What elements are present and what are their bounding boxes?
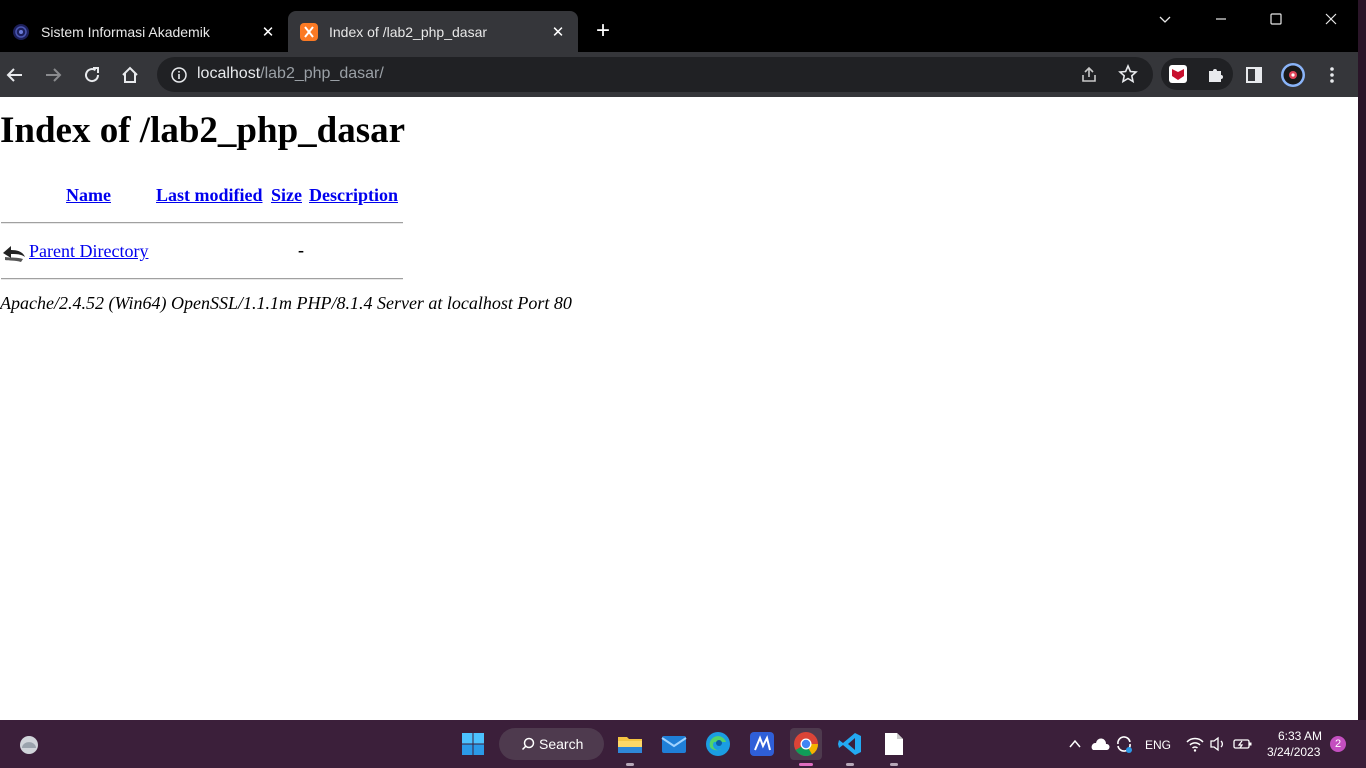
size-cell: - — [298, 240, 304, 260]
reload-icon[interactable] — [79, 62, 105, 88]
tab-index-of-lab2[interactable]: Index of /lab2_php_dasar ✕ — [288, 11, 578, 52]
menu-icon[interactable] — [1319, 62, 1345, 88]
column-last-modified-link[interactable]: Last modified — [156, 185, 263, 206]
taskbar-search[interactable]: Search — [499, 728, 604, 760]
page-content: Index of /lab2_php_dasar Name Last modif… — [0, 97, 1358, 720]
battery-icon[interactable] — [1229, 728, 1257, 760]
start-icon[interactable] — [457, 728, 489, 760]
vscode-icon[interactable] — [834, 728, 866, 766]
search-label: Search — [539, 736, 584, 752]
url-host: localhost — [197, 65, 261, 82]
server-signature: Apache/2.4.52 (Win64) OpenSSL/1.1.1m PHP… — [0, 293, 572, 313]
url-path: /lab2_php_dasar/ — [260, 65, 384, 82]
column-name-link[interactable]: Name — [66, 185, 111, 206]
new-tab-button[interactable]: + — [592, 19, 614, 43]
tab-search-icon[interactable] — [1153, 8, 1177, 30]
notepad-icon[interactable] — [878, 728, 910, 766]
maximize-icon[interactable] — [1264, 8, 1288, 30]
active-indicator — [799, 763, 813, 766]
file-explorer-icon[interactable] — [614, 728, 646, 766]
language-indicator[interactable]: ENG — [1145, 738, 1171, 752]
close-icon[interactable]: ✕ — [548, 22, 568, 42]
extension-group — [1161, 58, 1233, 90]
url-text[interactable]: localhost/lab2_php_dasar/ — [197, 65, 384, 83]
running-indicator — [846, 763, 854, 766]
share-icon[interactable] — [1079, 65, 1099, 85]
back-icon[interactable] — [2, 62, 28, 88]
notification-badge[interactable]: 2 — [1330, 736, 1346, 752]
volume-icon[interactable] — [1205, 728, 1231, 760]
mcafee-icon[interactable] — [1168, 64, 1188, 84]
tab-title: Index of /lab2_php_dasar — [329, 23, 488, 40]
divider — [1, 278, 403, 280]
chrome-icon[interactable] — [790, 728, 822, 766]
tab-sistem-informasi[interactable]: Sistem Informasi Akademik ✕ — [0, 11, 288, 52]
clock-time[interactable]: 6:33 AM — [1278, 729, 1322, 743]
extensions-icon[interactable] — [1206, 64, 1226, 84]
window-edge — [1358, 0, 1366, 720]
browser-toolbar: localhost/lab2_php_dasar/ — [0, 52, 1358, 97]
taskbar: Search ENG 6:33 AM 3/24/2023 2 — [0, 720, 1366, 768]
edge-icon[interactable] — [702, 728, 734, 760]
search-icon — [521, 737, 535, 751]
minimize-icon[interactable] — [1209, 8, 1233, 30]
home-icon[interactable] — [117, 62, 143, 88]
clock-date[interactable]: 3/24/2023 — [1267, 745, 1320, 759]
tab-title: Sistem Informasi Akademik — [41, 23, 210, 40]
side-panel-icon[interactable] — [1241, 62, 1267, 88]
microsoft-math-icon[interactable] — [746, 728, 778, 760]
column-description-link[interactable]: Description — [309, 185, 398, 206]
page-title: Index of /lab2_php_dasar — [0, 110, 406, 151]
forward-icon[interactable] — [40, 62, 66, 88]
parent-directory-link[interactable]: Parent Directory — [29, 241, 148, 262]
profile-icon[interactable] — [1280, 62, 1306, 88]
divider — [1, 222, 403, 224]
address-bar[interactable]: localhost/lab2_php_dasar/ — [157, 57, 1153, 92]
running-indicator — [890, 763, 898, 766]
weather-icon[interactable] — [13, 728, 45, 760]
info-icon[interactable] — [170, 66, 188, 84]
university-logo-icon — [13, 23, 29, 40]
close-icon[interactable]: ✕ — [258, 22, 278, 42]
running-indicator — [626, 763, 634, 766]
window-close-icon[interactable] — [1319, 8, 1343, 30]
mail-icon[interactable] — [658, 728, 690, 760]
sync-icon[interactable] — [1110, 728, 1138, 760]
back-arrow-icon — [3, 246, 25, 262]
column-size-link[interactable]: Size — [271, 185, 302, 206]
star-icon[interactable] — [1118, 64, 1138, 84]
xampp-icon — [300, 22, 318, 41]
tab-strip: Sistem Informasi Akademik ✕ Index of /la… — [0, 0, 1358, 52]
